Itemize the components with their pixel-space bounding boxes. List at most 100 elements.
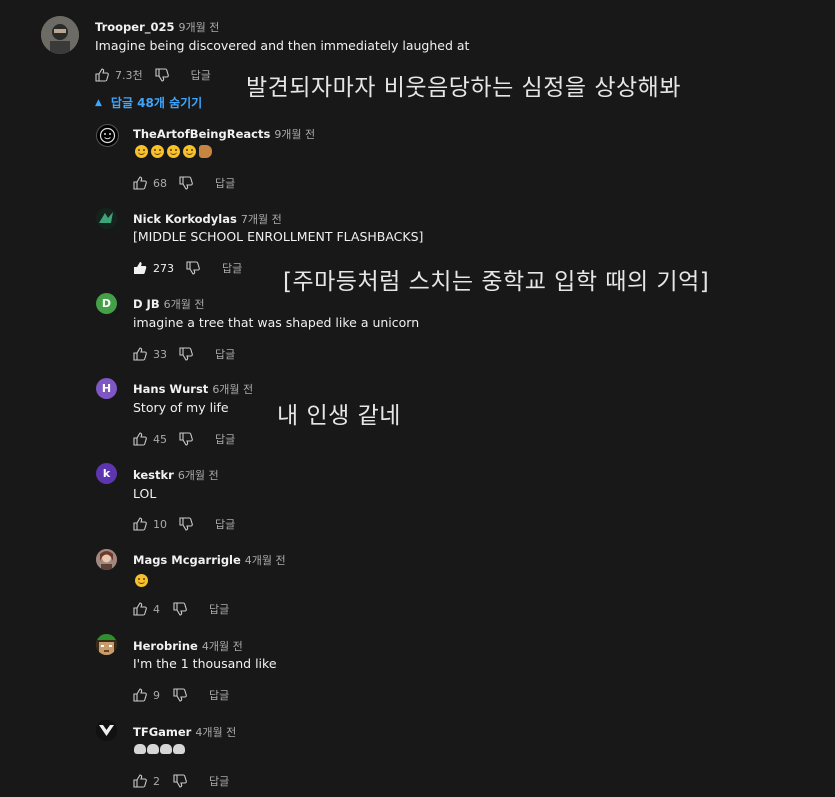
avatar[interactable]: [96, 720, 117, 741]
dislike-icon[interactable]: [179, 517, 193, 531]
reply-text: imagine a tree that was shaped like a un…: [133, 315, 420, 330]
reply-button[interactable]: 답글: [209, 601, 229, 617]
emoji-row: [134, 744, 185, 754]
rofl-emoji-icon: [183, 145, 196, 158]
reply-button[interactable]: 답글: [215, 431, 235, 447]
reply-actions: 10 답글: [133, 516, 235, 532]
reply-actions: 68 답글: [133, 175, 235, 191]
timestamp[interactable]: 6개월 전: [164, 298, 205, 311]
avatar-letter: H: [101, 382, 112, 395]
reply-actions: 2 답글: [133, 773, 229, 789]
reply-button[interactable]: 답글: [191, 67, 211, 83]
like-count: 10: [153, 517, 167, 531]
dislike-icon[interactable]: [179, 347, 193, 361]
author-name[interactable]: Nick Korkodylas: [133, 212, 237, 226]
dislike-icon[interactable]: [186, 261, 200, 275]
user-photo-icon: [41, 16, 79, 54]
like-count: 7.3천: [115, 69, 143, 82]
dislike-icon[interactable]: [179, 176, 193, 190]
author-name[interactable]: TheArtofBeingReacts: [133, 127, 270, 141]
dislike-icon[interactable]: [179, 432, 193, 446]
reply-button[interactable]: 답글: [209, 687, 229, 703]
like-icon[interactable]: [133, 688, 147, 702]
author-name[interactable]: D JB: [133, 297, 160, 311]
skull-emoji-icon: [160, 744, 172, 754]
reply-button[interactable]: 답글: [209, 773, 229, 789]
like-icon[interactable]: [133, 176, 147, 190]
avatar[interactable]: k: [96, 463, 117, 484]
like-count: 33: [153, 347, 167, 361]
like-filled-icon[interactable]: [133, 261, 147, 275]
avatar[interactable]: [96, 549, 117, 570]
avatar[interactable]: D: [96, 293, 117, 314]
reply-button[interactable]: 답글: [222, 260, 242, 276]
reply-actions: 4 답글: [133, 601, 229, 617]
avatar[interactable]: H: [96, 378, 117, 399]
author-name[interactable]: kestkr: [133, 468, 174, 482]
timestamp[interactable]: 7개월 전: [241, 213, 282, 226]
like-icon[interactable]: [95, 68, 109, 82]
face-logo-icon: [99, 127, 116, 144]
like-icon[interactable]: [133, 774, 147, 788]
reply-header: Mags Mcgarrigle 4개월 전: [133, 549, 286, 568]
comment-actions: 7.3천 답글: [95, 67, 211, 83]
author-name[interactable]: Mags Mcgarrigle: [133, 553, 241, 567]
timestamp[interactable]: 9개월 전: [179, 21, 220, 34]
reply-text: LOL: [133, 486, 157, 501]
like-icon[interactable]: [133, 432, 147, 446]
like-icon[interactable]: [133, 517, 147, 531]
avatar[interactable]: [96, 634, 117, 655]
like-icon[interactable]: [133, 347, 147, 361]
author-name[interactable]: TFGamer: [133, 725, 191, 739]
reply-button[interactable]: 답글: [215, 516, 235, 532]
gamer-logo-icon: [96, 720, 117, 741]
hide-replies-label: 답글 48개 숨기기: [110, 96, 203, 110]
emoji-row: [135, 572, 151, 591]
like-count: 68: [153, 176, 167, 190]
timestamp[interactable]: 6개월 전: [178, 469, 219, 482]
author-name[interactable]: Trooper_025: [95, 20, 175, 34]
avatar[interactable]: [96, 208, 117, 229]
comment-text: Imagine being discovered and then immedi…: [95, 38, 470, 53]
avatar[interactable]: [41, 16, 79, 54]
chevron-up-icon: ▲: [95, 97, 102, 108]
reply-header: D JB 6개월 전: [133, 293, 204, 312]
skull-emoji-icon: [134, 744, 146, 754]
dragon-logo-icon: [99, 212, 113, 223]
tears-of-joy-emoji-icon: [167, 145, 180, 158]
reply-text: I'm the 1 thousand like: [133, 656, 277, 671]
dislike-icon[interactable]: [173, 774, 187, 788]
timestamp[interactable]: 4개월 전: [195, 726, 236, 739]
reply-button[interactable]: 답글: [215, 346, 235, 362]
reply-header: Nick Korkodylas 7개월 전: [133, 208, 282, 227]
timestamp[interactable]: 6개월 전: [212, 383, 253, 396]
user-photo-icon: [96, 549, 117, 570]
like-count: 4: [153, 602, 160, 616]
reply-header: Hans Wurst 6개월 전: [133, 378, 253, 397]
reply-text: Story of my life: [133, 400, 229, 415]
timestamp[interactable]: 9개월 전: [274, 128, 315, 141]
overlay-caption: [주마등처럼 스치는 중학교 입학 때의 기억]: [283, 269, 710, 295]
grinning-emoji-icon: [135, 145, 148, 158]
reply-header: Herobrine 4개월 전: [133, 635, 243, 654]
avatar[interactable]: [96, 124, 119, 147]
skull-emoji-icon: [173, 744, 185, 754]
clapping-hands-emoji-icon: [199, 145, 212, 158]
minecraft-head-icon: [96, 634, 117, 655]
comment-header: Trooper_025 9개월 전: [95, 16, 219, 35]
reply-actions: 273 답글: [133, 260, 242, 276]
hide-replies-button[interactable]: ▲ 답글 48개 숨기기: [95, 94, 202, 111]
timestamp[interactable]: 4개월 전: [245, 554, 286, 567]
reply-header: kestkr 6개월 전: [133, 464, 219, 483]
dislike-icon[interactable]: [155, 68, 169, 82]
like-icon[interactable]: [133, 602, 147, 616]
timestamp[interactable]: 4개월 전: [202, 640, 243, 653]
reply-header: TheArtofBeingReacts 9개월 전: [133, 123, 315, 142]
reply-actions: 9 답글: [133, 687, 229, 703]
dislike-icon[interactable]: [173, 688, 187, 702]
author-name[interactable]: Hans Wurst: [133, 382, 208, 396]
author-name[interactable]: Herobrine: [133, 639, 198, 653]
dislike-icon[interactable]: [173, 602, 187, 616]
reply-button[interactable]: 답글: [215, 175, 235, 191]
overlay-caption: 발견되자마자 비웃음당하는 심정을 상상해봐: [246, 75, 681, 101]
